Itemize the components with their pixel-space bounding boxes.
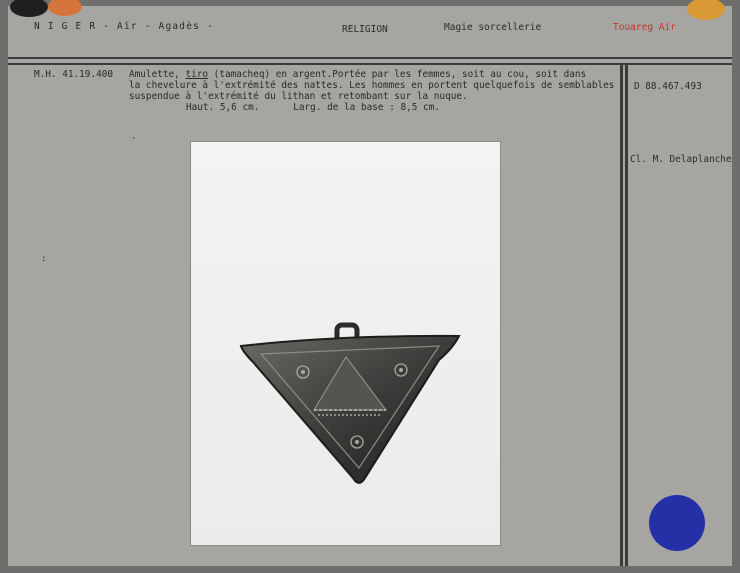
photo-reference: D 88.467.493 (634, 81, 702, 92)
description-term: tiro (185, 69, 209, 80)
ink-mark: : (41, 254, 47, 264)
black-sticker (10, 0, 48, 17)
header-subcategory: Magie sorcellerie (444, 22, 542, 33)
description-line-3: suspendue à l'extrémité du lithan et ret… (129, 91, 468, 102)
header-people: Touareg Aïr (613, 22, 676, 33)
description-suffix: (tamacheq) en argent.Portée par les femm… (208, 69, 587, 80)
header-rule-top (8, 57, 732, 59)
column-rule-right (625, 63, 628, 566)
header-rule-bottom (8, 63, 732, 65)
dimensions: Haut. 5,6 cm. Larg. de la base : 8,5 cm. (186, 102, 440, 113)
circle-motif-bottom-dot (355, 440, 359, 444)
description-line-2: la chevelure à l'extrémité des nattes. L… (129, 80, 615, 91)
yellow-sticker (687, 0, 725, 20)
circle-motif-right-dot (399, 368, 403, 372)
header-category: RELIGION (342, 24, 388, 35)
blue-sticker (649, 495, 705, 551)
header-location: N I G E R - Aïr - Agadès - (34, 21, 214, 32)
column-rule-left (620, 63, 623, 566)
catalog-card: N I G E R - Aïr - Agadès - RELIGION Magi… (8, 0, 732, 566)
ink-mark: · (131, 134, 137, 144)
description-prefix: Amulette, (129, 69, 186, 80)
circle-motif-left-dot (301, 370, 305, 374)
amulet-photograph (191, 142, 500, 545)
amulet-illustration (239, 322, 461, 484)
description-line-1: Amulette, tiro (tamacheq) en argent.Port… (129, 69, 586, 80)
inventory-number: M.H. 41.19.400 (34, 69, 114, 80)
photo-credit: Cl. M. Delaplanche (630, 154, 732, 165)
orange-sticker (48, 0, 82, 16)
